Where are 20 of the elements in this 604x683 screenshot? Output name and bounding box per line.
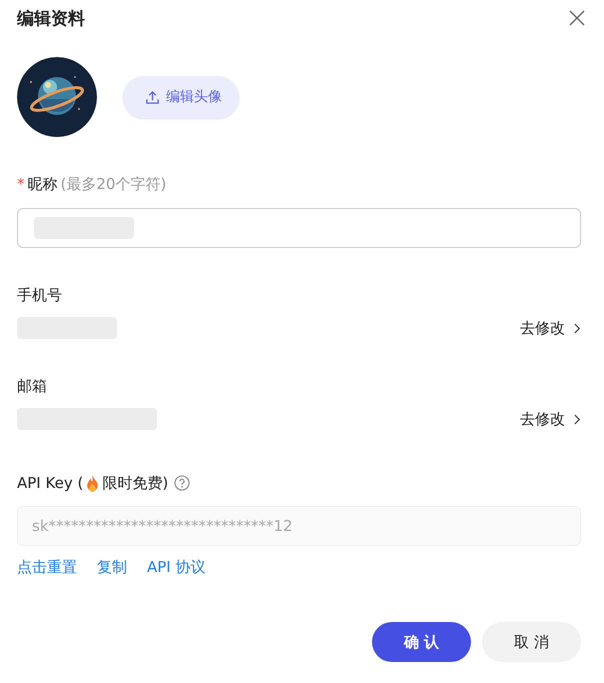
chevron-right-icon bbox=[574, 414, 581, 424]
upload-icon bbox=[145, 90, 160, 104]
close-icon[interactable] bbox=[569, 10, 585, 26]
field-label: 限时免费) bbox=[102, 474, 168, 492]
help-icon[interactable] bbox=[174, 475, 190, 491]
field-label: 昵称 bbox=[28, 174, 58, 194]
flame-icon bbox=[86, 474, 100, 492]
field-label: API Key ( bbox=[17, 474, 84, 492]
nickname-field[interactable] bbox=[17, 208, 581, 248]
edit-link[interactable]: 去修改 bbox=[520, 318, 581, 338]
confirm-button[interactable]: 确 认 bbox=[372, 622, 471, 662]
field-label: 手机号 bbox=[17, 284, 63, 306]
required-mark: * bbox=[17, 175, 24, 193]
chevron-right-icon bbox=[574, 322, 581, 334]
field-hint: (最多20个字符) bbox=[60, 174, 166, 194]
dialog-title: 编辑资料 bbox=[17, 8, 85, 30]
cancel-button[interactable]: 取 消 bbox=[482, 622, 581, 662]
edit-link[interactable]: 去修改 bbox=[520, 410, 581, 428]
field-label: 邮箱 bbox=[17, 376, 48, 396]
edit-avatar-button[interactable]: 编辑头像 bbox=[123, 76, 239, 118]
